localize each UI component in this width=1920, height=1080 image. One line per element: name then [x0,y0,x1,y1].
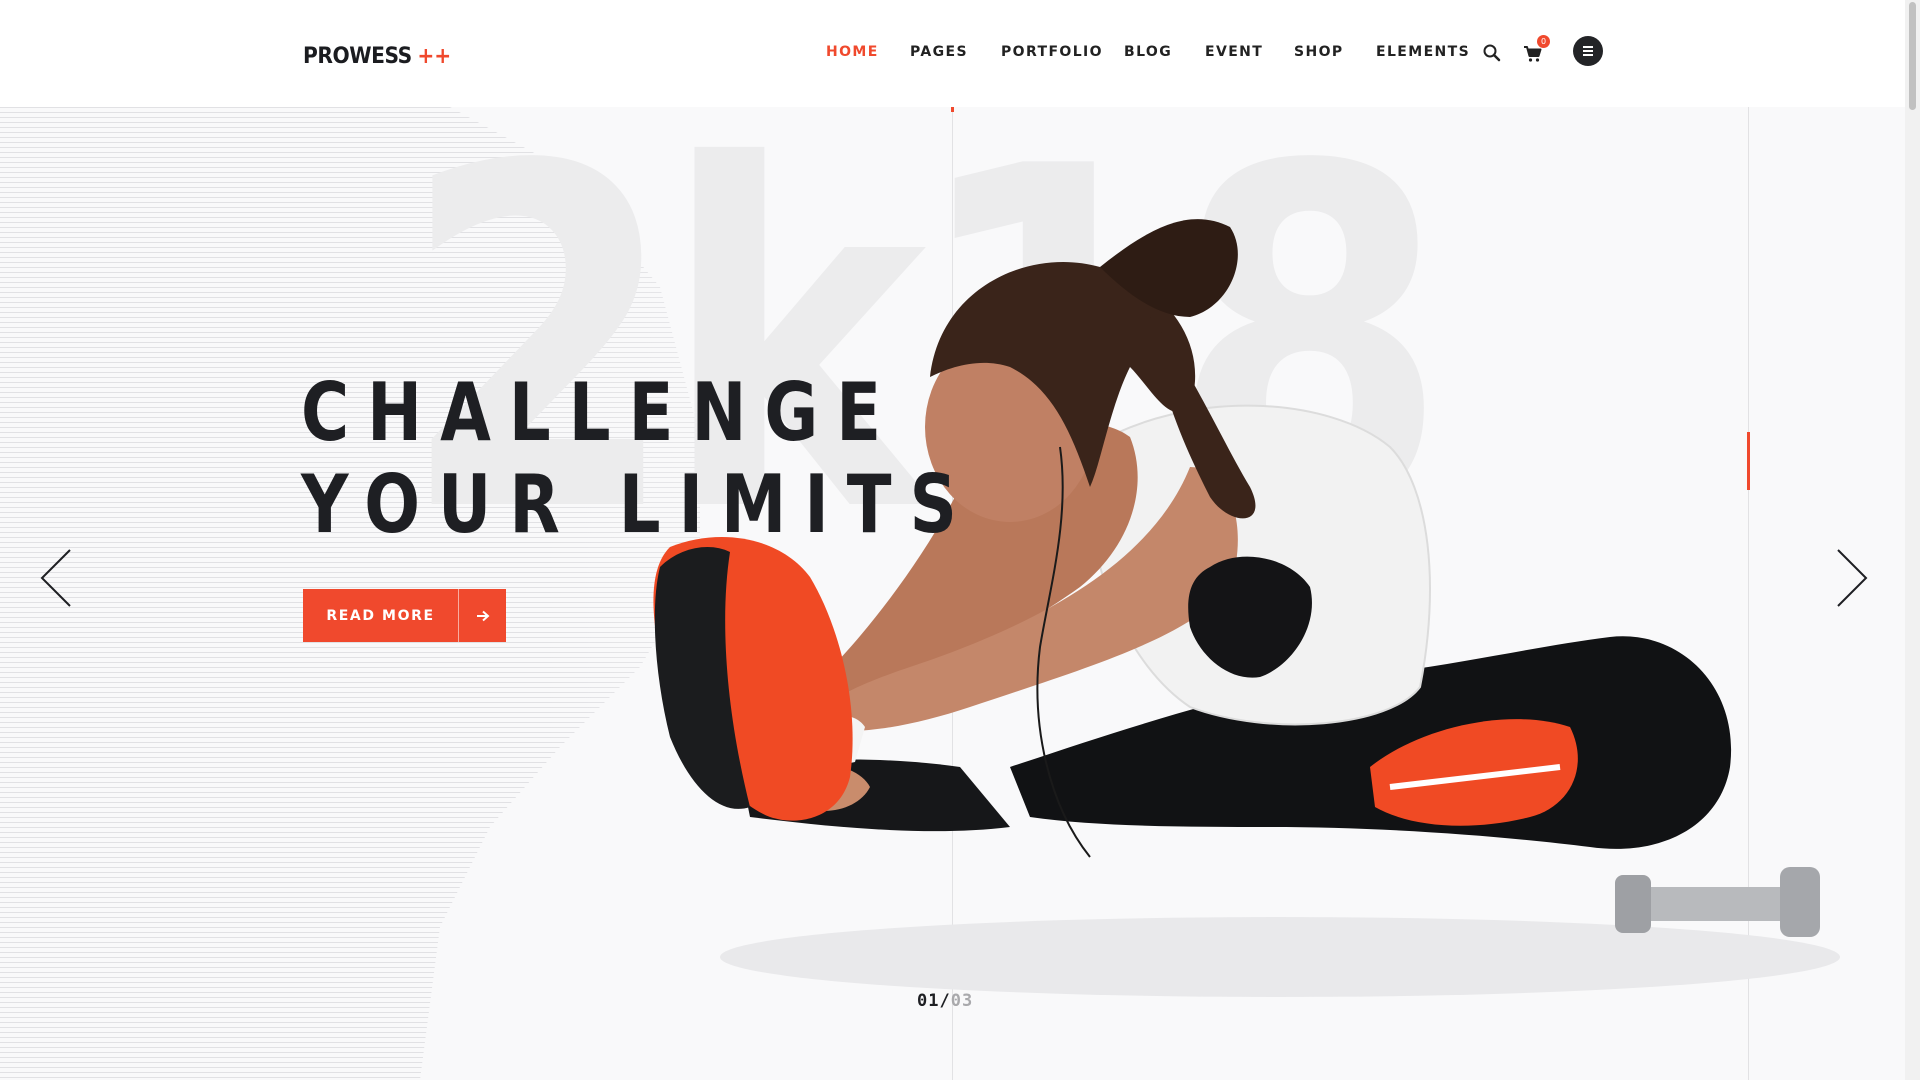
hero-headline-line1: CHALLENGE [301,366,900,459]
nav-item-home[interactable]: HOME [826,44,879,60]
slide-separator: / [939,991,951,1011]
nav-item-shop[interactable]: SHOP [1294,44,1344,60]
hamburger-menu-icon [1583,46,1593,48]
logo[interactable]: PROWESS ++ [303,43,451,69]
logo-plus-mark: ++ [417,43,452,69]
slide-current: 01 [917,991,940,1011]
slide-counter: 01/03 [917,991,973,1011]
logo-text: PROWESS [303,43,412,69]
chevron-right-icon [1837,549,1868,607]
nav-item-pages[interactable]: PAGES [910,44,968,60]
arrow-right-icon [459,610,506,622]
page-scrollbar[interactable] [1905,0,1920,1080]
read-more-button[interactable]: READ MORE [303,589,506,642]
read-more-label: READ MORE [326,607,435,624]
cart-count-badge: 0 [1537,35,1550,48]
prev-slide-button[interactable] [38,547,78,609]
slide-total: 03 [950,991,974,1011]
athlete-photo [653,219,1840,997]
hero-headline: CHALLENGE YOUR LIMITS [301,367,975,551]
hamburger-menu-button[interactable] [1573,36,1603,66]
site-header: PROWESS ++ HOME PAGES PORTFOLIO BLOG EVE… [0,0,1905,107]
hamburger-menu-icon-bar [1583,50,1593,52]
scrollbar-thumb[interactable] [1909,2,1916,110]
grid-line-marker [951,107,954,112]
cart-button[interactable]: 0 [1523,35,1550,64]
next-slide-button[interactable] [1830,547,1870,609]
nav-item-event[interactable]: EVENT [1205,44,1263,60]
hero-slider: 2k18 CHALLENGE YOUR LIMITS READ MORE 01/… [0,107,1905,1080]
nav-item-portfolio[interactable]: PORTFOLIO [1001,44,1103,60]
nav-item-elements[interactable]: ELEMENTS [1376,44,1470,60]
hero-headline-line2: YOUR LIMITS [301,458,975,551]
search-icon[interactable] [1482,43,1502,63]
page: PROWESS ++ HOME PAGES PORTFOLIO BLOG EVE… [0,0,1920,1080]
hamburger-menu-icon-bar [1583,54,1593,56]
chevron-left-icon [40,549,71,607]
nav-item-blog[interactable]: BLOG [1124,44,1172,60]
